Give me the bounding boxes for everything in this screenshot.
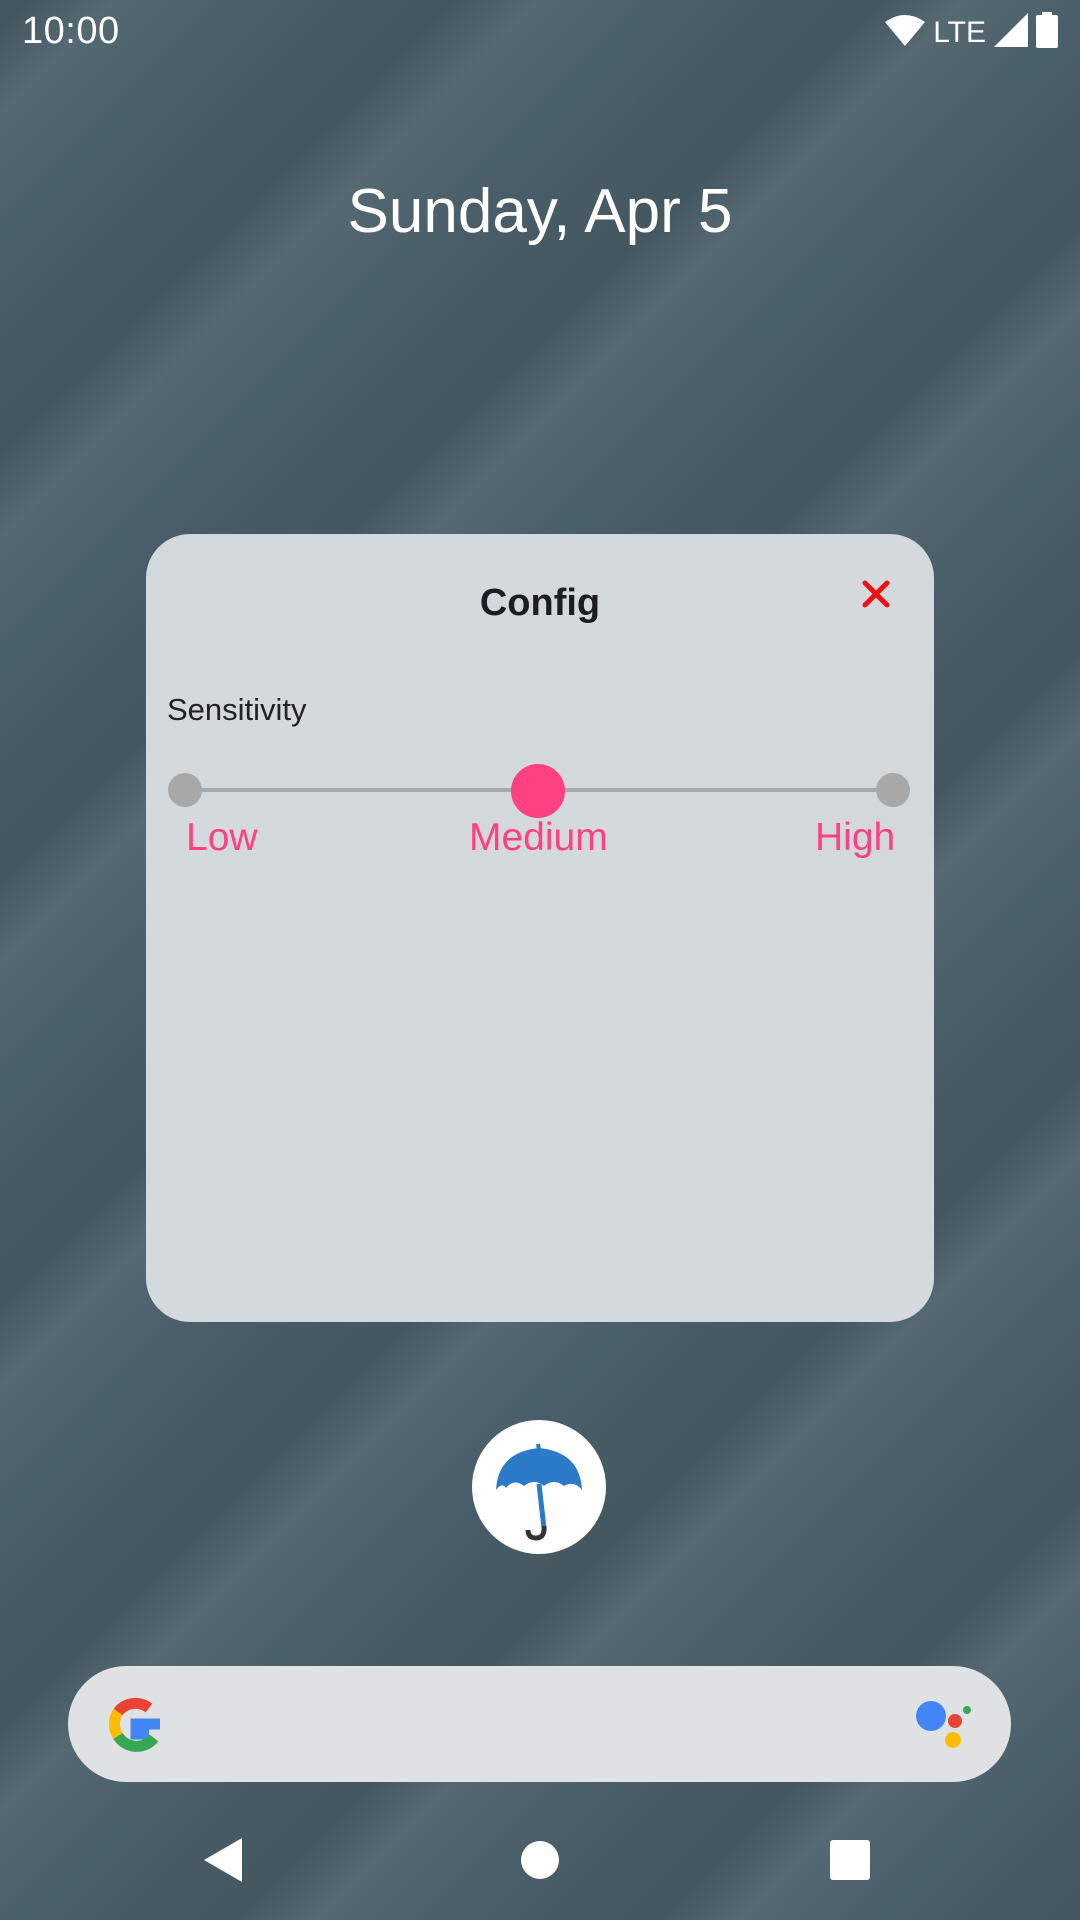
status-bar: 10:00 LTE	[0, 0, 1080, 64]
back-icon	[204, 1838, 242, 1882]
home-icon	[521, 1841, 559, 1879]
dialog-title: Config	[479, 582, 601, 624]
option-medium[interactable]: Medium	[469, 816, 608, 860]
sensitivity-slider[interactable]	[168, 760, 910, 820]
recents-icon	[830, 1840, 870, 1880]
wifi-icon	[885, 14, 926, 51]
slider-stop-low[interactable]	[168, 773, 202, 807]
option-low[interactable]: Low	[186, 816, 258, 860]
signal-icon	[994, 13, 1028, 52]
assistant-icon[interactable]	[913, 1696, 973, 1757]
google-search-bar[interactable]	[68, 1666, 1011, 1782]
umbrella-icon	[496, 1443, 582, 1541]
google-logo-icon	[104, 1692, 168, 1761]
back-button[interactable]	[192, 1828, 256, 1892]
status-icons: LTE	[885, 12, 1058, 53]
close-button[interactable]	[852, 570, 900, 618]
slider-thumb[interactable]	[511, 764, 565, 818]
home-button[interactable]	[508, 1828, 572, 1892]
navigation-bar	[0, 1800, 1080, 1920]
option-high[interactable]: High	[815, 816, 895, 860]
network-type: LTE	[933, 15, 986, 49]
home-date: Sunday, Apr 5	[347, 177, 733, 246]
battery-icon	[1036, 12, 1058, 53]
umbrella-app-icon[interactable]	[472, 1420, 606, 1554]
status-time: 10:00	[22, 10, 120, 52]
config-dialog: Config Sensitivity	[146, 534, 934, 1322]
recents-button[interactable]	[818, 1828, 882, 1892]
close-icon	[862, 580, 890, 608]
sensitivity-label: Sensitivity	[167, 692, 307, 727]
slider-stop-high[interactable]	[876, 773, 910, 807]
